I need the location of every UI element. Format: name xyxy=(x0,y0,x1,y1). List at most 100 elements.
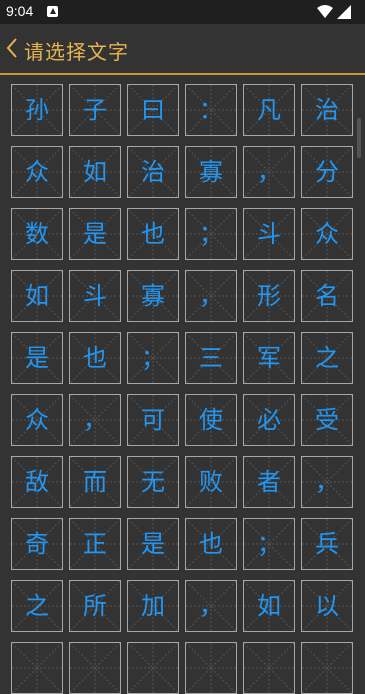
wifi-icon xyxy=(317,5,333,18)
character-cell[interactable]: ， xyxy=(69,394,121,446)
character-cell[interactable]: 如 xyxy=(243,580,295,632)
character-cell[interactable]: 之 xyxy=(11,580,63,632)
character-label: 奇 xyxy=(25,530,49,558)
character-cell[interactable]: 是 xyxy=(127,518,179,570)
character-cell[interactable]: 可 xyxy=(127,394,179,446)
character-cell[interactable]: 也 xyxy=(185,518,237,570)
character-cell[interactable]: ； xyxy=(185,208,237,260)
character-cell[interactable]: 如 xyxy=(11,270,63,322)
character-cell[interactable] xyxy=(185,642,237,694)
character-label: 斗 xyxy=(257,220,281,248)
character-cell[interactable]: 如 xyxy=(69,146,121,198)
character-cell[interactable]: 是 xyxy=(11,332,63,384)
character-label: 者 xyxy=(257,468,281,496)
character-label: 是 xyxy=(141,530,165,558)
character-cell[interactable]: 军 xyxy=(243,332,295,384)
character-label xyxy=(70,643,120,693)
character-label: 正 xyxy=(83,530,107,558)
character-cell[interactable] xyxy=(11,642,63,694)
character-label: 形 xyxy=(257,282,281,310)
character-cell[interactable]: 众 xyxy=(301,208,353,260)
character-label: ， xyxy=(199,592,223,620)
character-cell[interactable]: 以 xyxy=(301,580,353,632)
character-label: 寡 xyxy=(199,158,223,186)
page-title: 请选择文字 xyxy=(24,40,129,64)
character-label: 名 xyxy=(315,282,339,310)
character-cell[interactable]: 也 xyxy=(69,332,121,384)
character-label: 受 xyxy=(315,406,339,434)
character-cell[interactable]: 之 xyxy=(301,332,353,384)
character-cell[interactable]: 者 xyxy=(243,456,295,508)
character-label: 也 xyxy=(83,344,107,372)
character-cell[interactable]: 正 xyxy=(69,518,121,570)
character-label: ： xyxy=(199,96,223,124)
character-cell[interactable]: 分 xyxy=(301,146,353,198)
character-label: 三 xyxy=(199,344,223,372)
character-cell[interactable]: 加 xyxy=(127,580,179,632)
character-label: 可 xyxy=(141,406,165,434)
character-cell[interactable]: ， xyxy=(185,270,237,322)
character-label xyxy=(244,643,294,693)
scrollbar[interactable] xyxy=(357,118,361,158)
character-label: ， xyxy=(257,158,281,186)
signal-icon xyxy=(337,5,351,19)
character-grid: 孙子曰：凡治众如治寡，分数是也；斗众如斗寡，形名是也；三军之众，可使必受敌而无败… xyxy=(11,84,356,694)
character-label: 治 xyxy=(141,158,165,186)
character-label: 孙 xyxy=(25,96,49,124)
character-cell[interactable]: 孙 xyxy=(11,84,63,136)
character-cell[interactable]: 兵 xyxy=(301,518,353,570)
character-cell[interactable]: 敌 xyxy=(11,456,63,508)
character-cell[interactable]: ， xyxy=(243,146,295,198)
character-cell[interactable]: 败 xyxy=(185,456,237,508)
character-cell[interactable]: ， xyxy=(185,580,237,632)
character-label: ， xyxy=(315,468,339,496)
character-cell[interactable]: 斗 xyxy=(69,270,121,322)
character-cell[interactable]: ； xyxy=(243,518,295,570)
character-label: 是 xyxy=(25,344,49,372)
character-label: 之 xyxy=(315,344,339,372)
character-cell[interactable] xyxy=(301,642,353,694)
character-cell[interactable]: 三 xyxy=(185,332,237,384)
character-label: ； xyxy=(141,344,165,372)
character-cell[interactable]: 寡 xyxy=(185,146,237,198)
character-cell[interactable]: 也 xyxy=(127,208,179,260)
character-cell[interactable]: 形 xyxy=(243,270,295,322)
character-cell[interactable] xyxy=(243,642,295,694)
character-cell[interactable]: 众 xyxy=(11,146,63,198)
character-cell[interactable]: 而 xyxy=(69,456,121,508)
character-cell[interactable]: 治 xyxy=(301,84,353,136)
character-label: 寡 xyxy=(141,282,165,310)
character-cell[interactable]: 所 xyxy=(69,580,121,632)
notification-icon xyxy=(47,6,58,17)
character-cell[interactable]: ； xyxy=(127,332,179,384)
character-cell[interactable] xyxy=(69,642,121,694)
character-cell[interactable]: 凡 xyxy=(243,84,295,136)
character-cell[interactable]: 名 xyxy=(301,270,353,322)
character-label: 是 xyxy=(83,220,107,248)
character-label: 如 xyxy=(25,282,49,310)
character-cell[interactable]: 子 xyxy=(69,84,121,136)
character-cell[interactable]: 受 xyxy=(301,394,353,446)
character-cell[interactable]: 是 xyxy=(69,208,121,260)
character-cell[interactable]: 数 xyxy=(11,208,63,260)
character-cell[interactable]: 斗 xyxy=(243,208,295,260)
character-label: 众 xyxy=(315,220,339,248)
character-cell[interactable]: 使 xyxy=(185,394,237,446)
character-cell[interactable]: 曰 xyxy=(127,84,179,136)
character-cell[interactable]: 寡 xyxy=(127,270,179,322)
character-cell[interactable]: 无 xyxy=(127,456,179,508)
character-cell[interactable]: 必 xyxy=(243,394,295,446)
character-cell[interactable]: 众 xyxy=(11,394,63,446)
status-bar: 9:04 xyxy=(0,0,365,24)
back-icon[interactable] xyxy=(4,36,22,60)
character-cell[interactable]: ： xyxy=(185,84,237,136)
character-cell[interactable]: 奇 xyxy=(11,518,63,570)
character-label: ， xyxy=(83,406,107,434)
character-label: 如 xyxy=(257,592,281,620)
character-cell[interactable]: ， xyxy=(301,456,353,508)
character-cell[interactable]: 治 xyxy=(127,146,179,198)
character-label: 使 xyxy=(199,406,223,434)
character-cell[interactable] xyxy=(127,642,179,694)
character-label: 所 xyxy=(83,592,107,620)
character-label: ； xyxy=(199,220,223,248)
